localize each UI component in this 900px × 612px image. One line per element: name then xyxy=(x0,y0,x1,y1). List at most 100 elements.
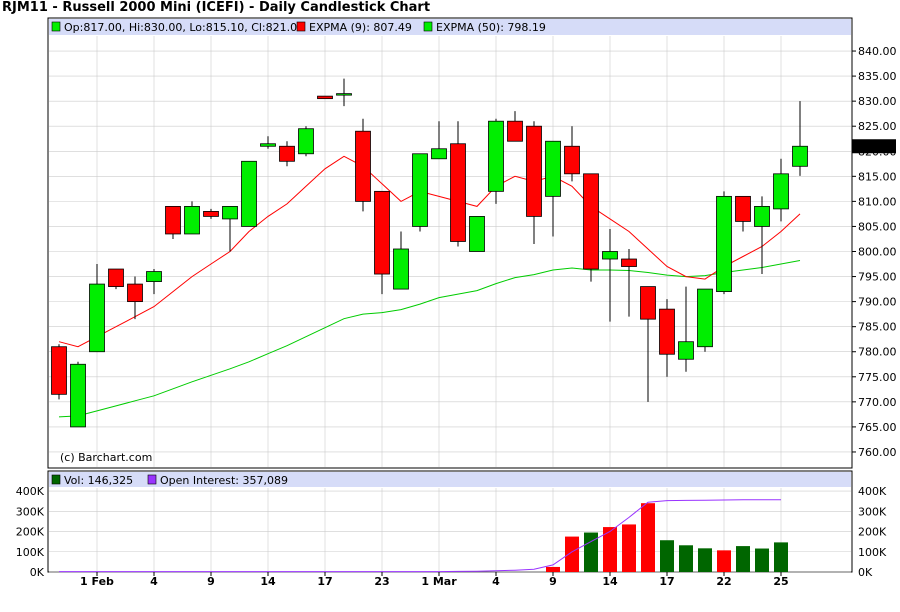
candle-body xyxy=(602,251,618,260)
candle-body xyxy=(507,120,523,142)
volume-bar xyxy=(698,548,712,572)
volume-bar xyxy=(622,524,636,572)
candle-body xyxy=(51,346,67,395)
price-tick-label: 775.00 xyxy=(858,371,897,384)
volume-bar xyxy=(736,546,750,572)
x-axis-ticks: 1 Feb 4 9 14 17 23 1 Mar 4 9 14 17 22 25 xyxy=(80,572,789,588)
candle-body xyxy=(735,195,751,222)
volume-tick-label-right: 300K xyxy=(858,505,887,518)
candle-body xyxy=(716,195,732,292)
volume-tick-label-left: 400K xyxy=(16,485,45,498)
volume-tick-label-right: 200K xyxy=(858,526,887,539)
x-tick-label: 9 xyxy=(549,575,557,588)
candle-body xyxy=(108,268,124,287)
volume-tick-label-left: 300K xyxy=(16,505,45,518)
candle-body xyxy=(621,258,637,267)
price-tick-label: 805.00 xyxy=(858,220,897,233)
x-tick-label: 17 xyxy=(659,575,674,588)
x-tick-label: 25 xyxy=(773,575,788,588)
volume-tick-label-right: 100K xyxy=(858,546,887,559)
candle-body xyxy=(184,205,200,235)
price-tick-label: 800.00 xyxy=(858,246,897,259)
candle-body xyxy=(336,93,352,96)
volume-tick-label-left: 200K xyxy=(16,526,45,539)
price-tick-label: 785.00 xyxy=(858,321,897,334)
candle-body xyxy=(89,283,105,353)
candle-body xyxy=(70,363,86,428)
x-tick-label: 1 Mar xyxy=(421,575,457,588)
price-tick-label: 760.00 xyxy=(858,446,897,459)
price-tick-label: 810.00 xyxy=(858,195,897,208)
ema9-legend-swatch xyxy=(296,21,306,32)
x-tick-label: 17 xyxy=(317,575,332,588)
candle-body xyxy=(678,341,694,360)
ema50-legend-swatch xyxy=(423,21,433,32)
candle-body xyxy=(279,145,295,162)
candle-body xyxy=(659,308,675,355)
price-tick-label: 770.00 xyxy=(858,396,897,409)
x-tick-label: 4 xyxy=(492,575,500,588)
candle-body xyxy=(393,248,409,290)
volume-legend-swatch xyxy=(51,474,61,485)
chart-canvas: 840.00835.00830.00825.00820.00815.00810.… xyxy=(16,17,897,588)
x-tick-label: 4 xyxy=(150,575,158,588)
last-price-label: 821.00 xyxy=(856,140,895,153)
price-tick-label: 840.00 xyxy=(858,45,897,58)
volume-bar xyxy=(717,550,731,572)
candle-body xyxy=(754,205,770,227)
price-tick-label: 765.00 xyxy=(858,421,897,434)
price-tick-label: 780.00 xyxy=(858,346,897,359)
candle-body xyxy=(450,143,466,242)
candle-body xyxy=(355,130,371,202)
candle-body xyxy=(469,216,485,252)
oi-legend-swatch xyxy=(147,474,157,485)
volume-legend-label: Vol: 146,325 xyxy=(64,474,133,487)
candle-body xyxy=(317,95,333,100)
price-tick-label: 815.00 xyxy=(858,170,897,183)
volume-bar xyxy=(565,536,579,572)
candle-body xyxy=(545,140,561,197)
oi-legend-label: Open Interest: 357,089 xyxy=(160,474,288,487)
candle-body xyxy=(241,160,257,227)
volume-bar xyxy=(679,545,693,572)
volume-tick-label-right: 0K xyxy=(858,566,873,579)
volume-tick-label-left: 0K xyxy=(30,566,45,579)
candle-body xyxy=(374,190,390,275)
price-tick-label: 830.00 xyxy=(858,95,897,108)
candle-body xyxy=(526,125,542,217)
candle-body xyxy=(146,271,162,282)
x-tick-label: 23 xyxy=(374,575,389,588)
candle-body xyxy=(165,205,181,235)
candle-body xyxy=(260,143,276,147)
volume-bar xyxy=(755,548,769,572)
candle-body xyxy=(773,173,789,210)
volume-bar xyxy=(641,503,655,572)
volume-tick-label-right: 400K xyxy=(858,485,887,498)
price-tick-label: 835.00 xyxy=(858,70,897,83)
x-tick-label: 14 xyxy=(260,575,276,588)
x-tick-label: 1 Feb xyxy=(80,575,114,588)
price-tick-label: 825.00 xyxy=(858,120,897,133)
candle-body xyxy=(412,153,428,227)
candle-body xyxy=(222,205,238,220)
ema9-legend-label: EXPMA (9): 807.49 xyxy=(309,21,412,34)
volume-bar xyxy=(774,542,788,572)
price-tick-label: 790.00 xyxy=(858,296,897,309)
price-y-ticks: 840.00835.00830.00825.00820.00815.00810.… xyxy=(852,45,897,459)
volume-bar xyxy=(660,540,674,572)
candle-body xyxy=(792,145,808,167)
candle-body xyxy=(127,283,143,303)
candle-body xyxy=(488,120,504,192)
candle-body xyxy=(431,148,447,160)
x-tick-label: 9 xyxy=(207,575,215,588)
ohlc-legend-label: Op:817.00, Hi:830.00, Lo:815.10, Cl:821.… xyxy=(64,21,304,34)
ema50-legend-label: EXPMA (50): 798.19 xyxy=(436,21,546,34)
candle-body xyxy=(697,288,713,348)
price-tick-label: 795.00 xyxy=(858,271,897,284)
x-tick-label: 14 xyxy=(602,575,618,588)
volume-bar xyxy=(546,566,560,572)
candle-body xyxy=(583,173,599,270)
x-tick-label: 22 xyxy=(716,575,731,588)
ohlc-legend-swatch xyxy=(51,21,61,32)
copyright-label: (c) Barchart.com xyxy=(60,451,152,464)
